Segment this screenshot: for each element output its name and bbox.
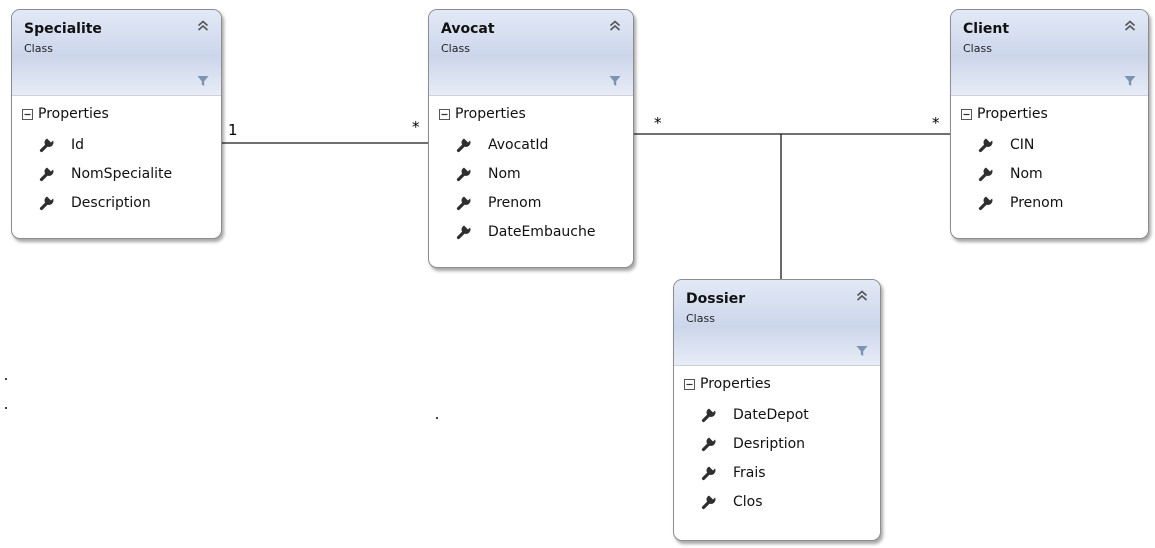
property-name: Nom [488, 165, 521, 182]
double-chevron-up-icon[interactable] [856, 289, 868, 302]
property-item[interactable]: Clos [701, 487, 880, 516]
wrench-icon [39, 194, 55, 211]
property-item[interactable]: Id [39, 130, 221, 159]
wrench-icon [456, 194, 472, 211]
class-specialite[interactable]: Specialite Class Properties Id NomSpecia… [11, 9, 222, 239]
property-item[interactable]: Desription [701, 429, 880, 458]
property-item[interactable]: AvocatId [456, 130, 633, 159]
wrench-icon [978, 194, 994, 211]
property-list: DateDepot Desription Frais Clos [674, 395, 880, 516]
multiplicity-specialite-end: 1 [228, 121, 238, 139]
class-stereotype: Class [686, 312, 715, 325]
multiplicity-avocat-client-from: * [654, 114, 662, 132]
class-stereotype: Class [963, 42, 992, 55]
property-item[interactable]: Nom [456, 159, 633, 188]
funnel-icon[interactable] [609, 75, 621, 87]
wrench-icon [978, 136, 994, 153]
class-stereotype: Class [24, 42, 53, 55]
stray-mark [5, 407, 7, 409]
property-item[interactable]: Frais [701, 458, 880, 487]
funnel-icon[interactable] [1124, 75, 1136, 87]
class-header: Dossier Class [674, 280, 880, 366]
section-label: Properties [700, 376, 771, 392]
property-name: DateEmbauche [488, 223, 596, 240]
double-chevron-up-icon[interactable] [197, 19, 209, 32]
property-list: Id NomSpecialite Description [12, 125, 221, 217]
class-name: Avocat [441, 21, 495, 37]
class-dossier[interactable]: Dossier Class Properties DateDepot Desri… [673, 279, 881, 541]
funnel-icon[interactable] [856, 345, 868, 357]
wrench-icon [39, 136, 55, 153]
property-name: AvocatId [488, 136, 549, 153]
wrench-icon [456, 136, 472, 153]
property-name: Prenom [488, 194, 542, 211]
double-chevron-up-icon[interactable] [1124, 19, 1136, 32]
property-name: Frais [733, 464, 766, 481]
class-name: Client [963, 21, 1010, 37]
property-name: Id [71, 136, 85, 153]
section-label: Properties [455, 106, 526, 122]
property-name: Description [71, 194, 151, 211]
class-diagram-canvas: 1 * * * Specialite Class Properties Id N… [0, 0, 1155, 548]
wrench-icon [701, 493, 717, 510]
wrench-icon [701, 464, 717, 481]
properties-section-header[interactable]: Properties [429, 103, 633, 125]
wrench-icon [456, 223, 472, 240]
property-name: DateDepot [733, 406, 809, 423]
property-list: CIN Nom Prenom [951, 125, 1148, 217]
section-label: Properties [38, 106, 109, 122]
wrench-icon [978, 165, 994, 182]
stray-mark [436, 417, 438, 419]
property-item[interactable]: NomSpecialite [39, 159, 221, 188]
class-header: Specialite Class [12, 10, 221, 96]
property-name: Prenom [1010, 194, 1064, 211]
property-name: CIN [1010, 136, 1035, 153]
class-header: Client Class [951, 10, 1148, 96]
property-item[interactable]: DateDepot [701, 400, 880, 429]
property-item[interactable]: Description [39, 188, 221, 217]
class-name: Dossier [686, 291, 746, 307]
wrench-icon [456, 165, 472, 182]
wrench-icon [39, 165, 55, 182]
property-name: Clos [733, 493, 763, 510]
class-stereotype: Class [441, 42, 470, 55]
class-header: Avocat Class [429, 10, 633, 96]
class-name: Specialite [24, 21, 102, 37]
section-label: Properties [977, 106, 1048, 122]
property-item[interactable]: Nom [978, 159, 1148, 188]
minus-box-icon[interactable] [439, 108, 450, 120]
properties-section-header[interactable]: Properties [951, 103, 1148, 125]
property-item[interactable]: Prenom [456, 188, 633, 217]
properties-section-header[interactable]: Properties [12, 103, 221, 125]
funnel-icon[interactable] [197, 75, 209, 87]
multiplicity-avocat-end: * [412, 118, 420, 136]
wrench-icon [701, 435, 717, 452]
property-name: NomSpecialite [71, 165, 173, 182]
class-client[interactable]: Client Class Properties CIN Nom Prenom [950, 9, 1149, 239]
minus-box-icon[interactable] [22, 108, 33, 120]
stray-mark [5, 378, 7, 380]
minus-box-icon[interactable] [961, 108, 972, 120]
property-list: AvocatId Nom Prenom DateEmbauche [429, 125, 633, 246]
properties-section-header[interactable]: Properties [674, 373, 880, 395]
property-item[interactable]: CIN [978, 130, 1148, 159]
property-name: Desription [733, 435, 806, 452]
class-avocat[interactable]: Avocat Class Properties AvocatId Nom Pre… [428, 9, 634, 268]
minus-box-icon[interactable] [684, 378, 695, 390]
wrench-icon [701, 406, 717, 423]
multiplicity-avocat-client-to: * [932, 114, 940, 132]
double-chevron-up-icon[interactable] [609, 19, 621, 32]
property-name: Nom [1010, 165, 1043, 182]
property-item[interactable]: Prenom [978, 188, 1148, 217]
property-item[interactable]: DateEmbauche [456, 217, 633, 246]
